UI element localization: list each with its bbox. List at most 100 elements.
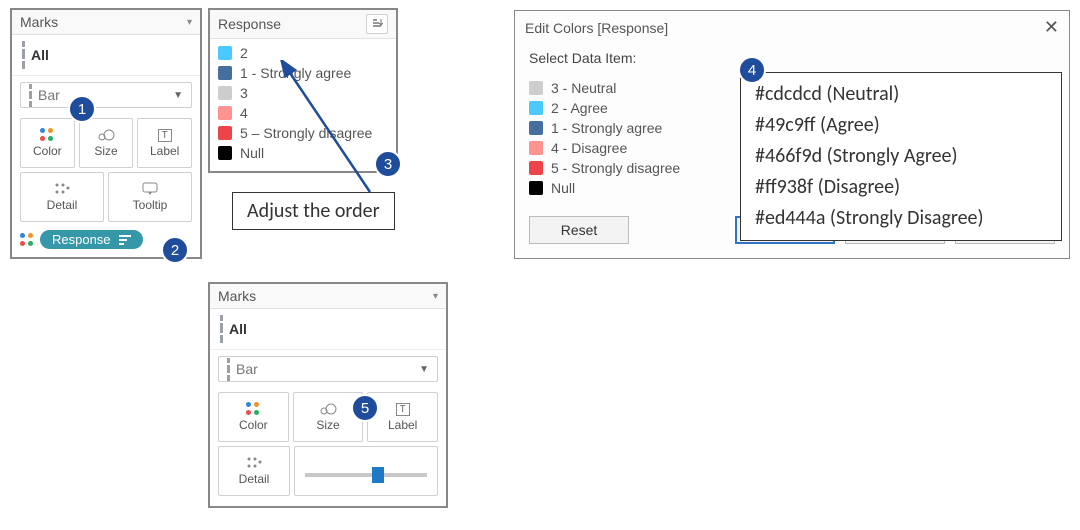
shelf-detail-label: Detail xyxy=(47,198,78,212)
data-item-swatch xyxy=(529,181,543,195)
shelf2-detail-label: Detail xyxy=(239,472,270,486)
step-badge-5: 5 xyxy=(351,394,379,422)
marks-all-label: All xyxy=(31,47,49,63)
slider-thumb[interactable] xyxy=(372,467,384,483)
mark-type-dropdown[interactable]: Bar ▼ xyxy=(20,82,192,108)
pill-response[interactable]: Response xyxy=(40,230,143,249)
marks-collapse-icon[interactable]: ▾ xyxy=(433,291,438,302)
step-badge-1: 1 xyxy=(68,95,96,123)
color-code-line: #ff938f (Disagree) xyxy=(755,172,1047,203)
step-badge-4: 4 xyxy=(738,56,766,84)
legend-sort-button[interactable] xyxy=(366,14,388,34)
response-legend-title-text: Response xyxy=(218,16,281,32)
bar-icon xyxy=(29,84,32,107)
legend-swatch xyxy=(218,146,232,160)
shelf2-size-label: Size xyxy=(316,418,339,432)
data-item-label: 2 - Agree xyxy=(551,100,608,116)
marks2-title-text: Marks xyxy=(218,288,256,304)
arrow-annotation xyxy=(278,60,388,200)
reset-button[interactable]: Reset xyxy=(529,216,629,244)
detail-icon xyxy=(54,182,70,196)
data-item-label: 1 - Strongly agree xyxy=(551,120,662,136)
color-code-line: #49c9ff (Agree) xyxy=(755,110,1047,141)
dialog-titlebar: Edit Colors [Response] ✕ xyxy=(515,11,1069,44)
legend-label: 2 xyxy=(240,45,248,61)
color-icon xyxy=(20,233,34,247)
legend-label: Null xyxy=(240,145,264,161)
shelf-label-label: Label xyxy=(150,144,179,158)
color-code-line: #ed444a (Strongly Disagree) xyxy=(755,203,1047,234)
detail-icon xyxy=(246,456,262,470)
shelf2-color[interactable]: Color xyxy=(218,392,289,442)
label-icon: T xyxy=(158,129,172,142)
marks2-all-row[interactable]: All xyxy=(210,309,446,350)
color-icon xyxy=(246,402,260,416)
legend-swatch xyxy=(218,66,232,80)
shelf2-detail[interactable]: Detail xyxy=(218,446,290,496)
legend-label: 3 xyxy=(240,85,248,101)
step-badge-3: 3 xyxy=(374,150,402,178)
data-item-swatch xyxy=(529,81,543,95)
legend-swatch xyxy=(218,126,232,140)
size-slider-container xyxy=(294,446,438,496)
legend-swatch xyxy=(218,86,232,100)
legend-swatch xyxy=(218,46,232,60)
mark-type-value-2: Bar xyxy=(236,361,258,377)
data-item-swatch xyxy=(529,141,543,155)
shelf-tooltip[interactable]: Tooltip xyxy=(108,172,192,222)
response-legend-title: Response xyxy=(210,10,396,39)
close-icon[interactable]: ✕ xyxy=(1044,17,1059,38)
annotation-text: Adjust the order xyxy=(247,199,380,223)
shelf2-label[interactable]: T Label xyxy=(367,392,438,442)
size-icon xyxy=(97,128,115,142)
size-slider[interactable] xyxy=(305,473,427,477)
shelf-label[interactable]: T Label xyxy=(137,118,192,168)
marks-card-1-title: Marks ▾ xyxy=(12,10,200,35)
legend-label: 4 xyxy=(240,105,248,121)
marks-card-2-title: Marks ▾ xyxy=(210,284,446,309)
data-item-label: 5 - Strongly disagree xyxy=(551,160,680,176)
color-icon xyxy=(40,128,54,142)
label-icon: T xyxy=(396,403,410,416)
shelf-color[interactable]: Color xyxy=(20,118,75,168)
marks-all-row[interactable]: All xyxy=(12,35,200,76)
bar-icon xyxy=(227,358,230,381)
sort-icon xyxy=(119,235,131,245)
size-icon xyxy=(319,402,337,416)
select-data-item-label: Select Data Item: xyxy=(515,44,1069,68)
data-item-label: 4 - Disagree xyxy=(551,140,627,156)
marks-title-text: Marks xyxy=(20,14,58,30)
shelf-color-label: Color xyxy=(33,144,62,158)
color-code-line: #466f9d (Strongly Agree) xyxy=(755,141,1047,172)
chevron-down-icon: ▼ xyxy=(419,364,429,375)
bar-icon xyxy=(22,41,25,69)
sort-icon xyxy=(371,18,383,30)
shelf2-label-label: Label xyxy=(388,418,417,432)
bar-icon xyxy=(220,315,223,343)
chevron-down-icon: ▼ xyxy=(173,90,183,101)
shelf-detail[interactable]: Detail xyxy=(20,172,104,222)
marks2-all-label: All xyxy=(229,321,247,337)
shelf-size[interactable]: Size xyxy=(79,118,134,168)
marks-card-2: Marks ▾ All Bar ▼ Color Size T xyxy=(208,282,448,508)
data-item-label: 3 - Neutral xyxy=(551,80,616,96)
shelf-size-label: Size xyxy=(94,144,117,158)
color-codes-annotation: #cdcdcd (Neutral)#49c9ff (Agree)#466f9d … xyxy=(740,72,1062,241)
shelf-tooltip-label: Tooltip xyxy=(133,198,168,212)
mark-type-dropdown-2[interactable]: Bar ▼ xyxy=(218,356,438,382)
data-item-swatch xyxy=(529,121,543,135)
color-code-line: #cdcdcd (Neutral) xyxy=(755,79,1047,110)
step-badge-2: 2 xyxy=(161,236,189,264)
dialog-title-text: Edit Colors [Response] xyxy=(525,20,668,36)
data-item-swatch xyxy=(529,161,543,175)
pill-label: Response xyxy=(52,232,111,247)
marks-collapse-icon[interactable]: ▾ xyxy=(187,17,192,28)
shelf2-color-label: Color xyxy=(239,418,268,432)
data-item-label: Null xyxy=(551,180,575,196)
marks-card-1: Marks ▾ All Bar ▼ Color Size T xyxy=(10,8,202,259)
data-item-swatch xyxy=(529,101,543,115)
mark-type-value: Bar xyxy=(38,87,60,103)
reset-label: Reset xyxy=(561,222,598,238)
tooltip-icon xyxy=(142,182,158,196)
legend-swatch xyxy=(218,106,232,120)
